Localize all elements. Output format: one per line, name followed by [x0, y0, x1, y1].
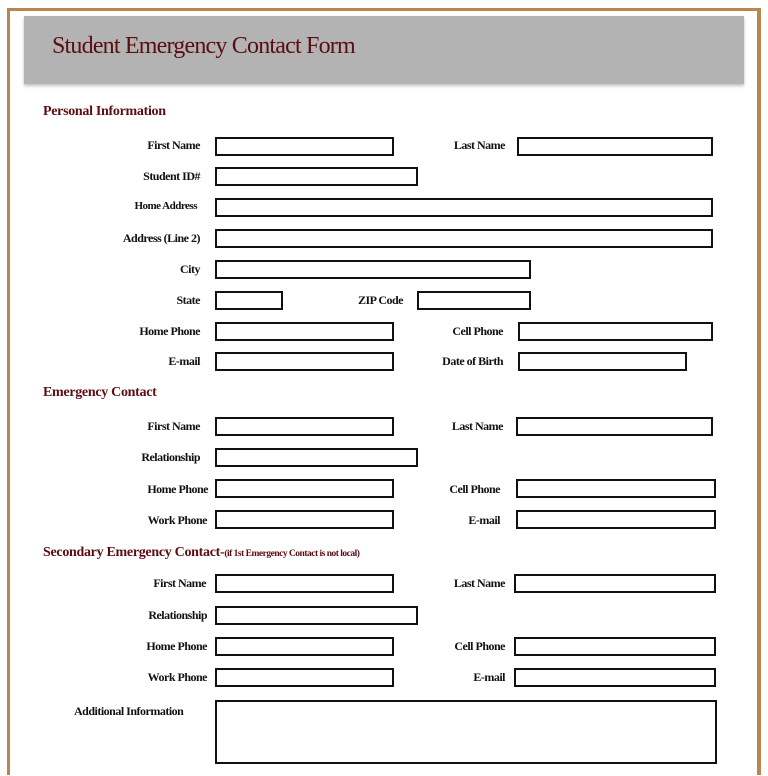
address-line2-field[interactable] [215, 229, 713, 248]
label-ec-home-phone: Home Phone [147, 482, 208, 496]
ec-email-field[interactable] [516, 510, 716, 529]
label-ec-relationship: Relationship [141, 450, 200, 464]
label-additional-information: Additional Information [74, 704, 184, 718]
label-ec-last-name: Last Name [451, 419, 504, 433]
email-field[interactable] [215, 352, 394, 371]
zip-code-field[interactable] [417, 291, 531, 310]
sc-cell-phone-field[interactable] [514, 637, 716, 656]
cell-phone-field[interactable] [518, 322, 713, 341]
ec-first-name-field[interactable] [215, 417, 394, 436]
state-field[interactable] [215, 291, 283, 310]
label-sc-email: E-mail [473, 670, 505, 684]
sc-first-name-field[interactable] [215, 574, 394, 593]
label-home-address: Home Address [134, 200, 197, 212]
sc-work-phone-field[interactable] [215, 668, 394, 687]
ec-last-name-field[interactable] [516, 417, 713, 436]
label-zip-code: ZIP Code [357, 293, 404, 307]
label-ec-email: E-mail [468, 513, 500, 527]
section-secondary-emergency-contact: Secondary Emergency Contact-(if 1st Emer… [43, 545, 360, 561]
label-home-phone: Home Phone [139, 324, 200, 338]
home-phone-field[interactable] [215, 322, 394, 341]
date-of-birth-field[interactable] [518, 352, 687, 371]
label-sc-home-phone: Home Phone [146, 639, 207, 653]
section-personal-information: Personal Information [43, 104, 166, 119]
label-ec-cell-phone: Cell Phone [449, 482, 500, 496]
sc-home-phone-field[interactable] [215, 637, 394, 656]
last-name-field[interactable] [517, 137, 713, 156]
label-ec-work-phone: Work Phone [147, 513, 208, 527]
ec-work-phone-field[interactable] [215, 510, 394, 529]
secondary-section-note: (if 1st Emergency Contact is not local) [224, 549, 360, 559]
ec-cell-phone-field[interactable] [516, 479, 716, 498]
label-last-name: Last Name [453, 138, 506, 152]
first-name-field[interactable] [215, 137, 394, 156]
sc-relationship-field[interactable] [215, 606, 418, 625]
label-first-name: First Name [147, 138, 200, 152]
sc-email-field[interactable] [514, 668, 716, 687]
label-sc-cell-phone: Cell Phone [454, 639, 505, 653]
label-date-of-birth: Date of Birth [442, 354, 503, 368]
form-header: Student Emergency Contact Form [24, 16, 744, 84]
city-field[interactable] [215, 260, 531, 279]
student-id-field[interactable] [215, 167, 418, 186]
label-email: E-mail [168, 354, 200, 368]
label-cell-phone: Cell Phone [452, 324, 503, 338]
label-sc-last-name: Last Name [453, 576, 506, 590]
label-ec-first-name: First Name [147, 419, 200, 433]
additional-information-textarea[interactable] [215, 700, 717, 764]
label-state: State [176, 293, 201, 307]
label-sc-relationship: Relationship [148, 608, 207, 622]
ec-home-phone-field[interactable] [215, 479, 394, 498]
section-emergency-contact: Emergency Contact [43, 385, 157, 400]
label-sc-work-phone: Work Phone [147, 670, 208, 684]
form-title: Student Emergency Contact Form [52, 33, 356, 59]
secondary-section-title: Secondary Emergency Contact- [43, 545, 225, 560]
label-city: City [180, 262, 201, 276]
sc-last-name-field[interactable] [514, 574, 716, 593]
label-student-id: Student ID# [143, 169, 200, 183]
home-address-field[interactable] [215, 198, 713, 217]
label-address-line2: Address (Line 2) [122, 231, 201, 245]
label-sc-first-name: First Name [153, 576, 206, 590]
ec-relationship-field[interactable] [215, 448, 418, 467]
